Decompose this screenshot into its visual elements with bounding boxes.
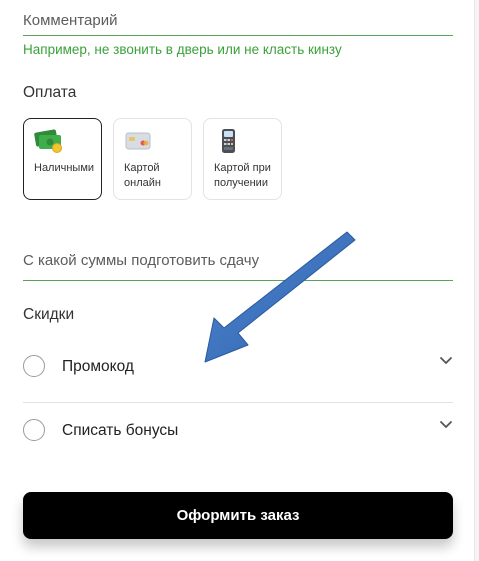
payment-option-label: Картой при получении: [214, 162, 271, 189]
bonuses-radio[interactable]: [23, 419, 45, 441]
pos-terminal-icon: [214, 128, 244, 154]
chevron-down-icon[interactable]: [439, 417, 453, 431]
comment-input[interactable]: [23, 12, 453, 36]
bonuses-row[interactable]: Списать бонусы: [23, 419, 453, 459]
payment-option-label: Картой онлайн: [124, 162, 161, 189]
payment-option-card-on-delivery[interactable]: Картой при получении: [203, 118, 282, 200]
payment-option-label: Наличными: [34, 162, 95, 174]
cash-icon: [34, 128, 64, 154]
discounts-title: Скидки: [23, 306, 75, 323]
comment-hint: Например, не звонить в дверь или не клас…: [23, 42, 342, 57]
change-amount-input[interactable]: [23, 252, 453, 281]
change-field-wrapper: [23, 252, 453, 281]
bonuses-label: Списать бонусы: [62, 422, 179, 439]
payment-option-card-online[interactable]: Картой онлайн: [113, 118, 192, 200]
payment-option-cash[interactable]: Наличными: [23, 118, 102, 200]
chevron-down-icon[interactable]: [439, 353, 453, 367]
comment-field-wrapper: [23, 12, 453, 36]
promocode-row[interactable]: Промокод: [23, 355, 453, 395]
promocode-radio[interactable]: [23, 355, 45, 377]
scrollbar-track[interactable]: [475, 0, 479, 561]
place-order-button[interactable]: Оформить заказ: [23, 492, 453, 539]
discount-divider: [23, 402, 453, 403]
credit-card-icon: [124, 128, 154, 154]
promocode-label: Промокод: [62, 358, 134, 375]
payment-title: Оплата: [23, 84, 77, 101]
